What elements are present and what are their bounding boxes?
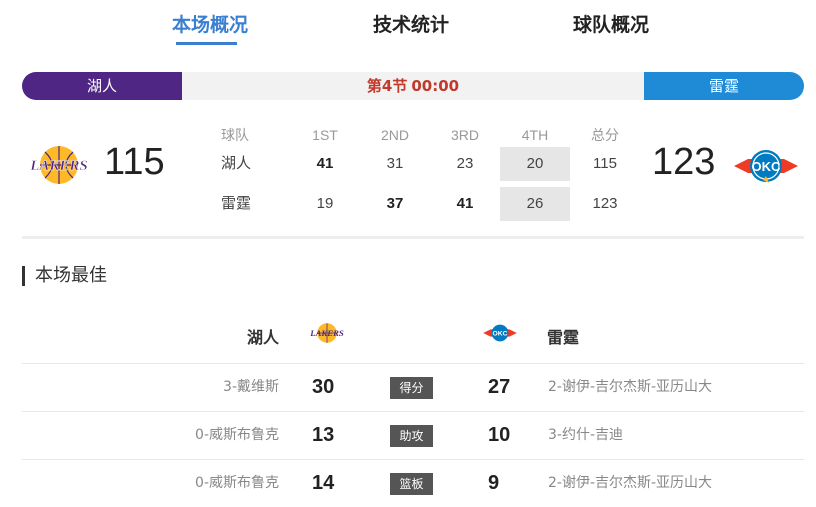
row-team-name: 湖人 (221, 155, 252, 172)
away-leader-player[interactable]: 3-约什-吉迪 (548, 412, 623, 458)
game-clock: 00:00 (411, 77, 460, 95)
score-q2: 37 (386, 195, 404, 212)
score-q2: 31 (386, 155, 404, 172)
score-q3: 41 (456, 195, 474, 212)
okc-thunder-logo-icon: OKC (732, 145, 800, 191)
stat-tag: 助攻 (390, 425, 433, 447)
away-total-score: 123 (652, 141, 716, 183)
svg-text:OKC: OKC (752, 159, 782, 174)
section-divider (22, 236, 804, 239)
active-tab-underline (176, 42, 237, 45)
home-total-score: 115 (104, 141, 165, 183)
row-team-name: 雷霆 (221, 195, 252, 212)
leaders-home-team: 湖人 (247, 328, 280, 347)
score-q1: 41 (316, 155, 334, 172)
score-row-home: 湖人 41 31 23 20 115 (205, 147, 635, 183)
score-q1: 19 (316, 195, 334, 212)
svg-text:LAKERS: LAKERS (29, 158, 88, 174)
score-row-away: 雷霆 19 37 41 26 123 (205, 187, 635, 223)
away-leader-player[interactable]: 2-谢伊-吉尔杰斯-亚历山大 (548, 364, 712, 410)
period-bar: 湖人 第4节 00:00 雷霆 (22, 72, 804, 100)
home-leader-player[interactable]: 0-威斯布鲁克 (195, 412, 279, 458)
score-q3: 23 (456, 155, 474, 172)
svg-text:LAKERS: LAKERS (310, 328, 344, 338)
tab-game-overview[interactable]: 本场概况 (172, 10, 248, 37)
svg-text:OKC: OKC (492, 331, 507, 338)
leader-row-points: 3-戴维斯 30 得分 27 2-谢伊-吉尔杰斯-亚历山大 (22, 363, 804, 411)
score-q4: 20 (500, 147, 570, 181)
section-title-best-players: 本场最佳 (22, 266, 107, 286)
lakers-logo-icon: LAKERS (309, 321, 344, 349)
away-leader-value: 9 (488, 472, 500, 494)
home-leader-value: 14 (312, 472, 335, 494)
leaders-away-team: 雷霆 (547, 328, 580, 347)
leader-row-rebounds: 0-威斯布鲁克 14 篮板 9 2-谢伊-吉尔杰斯-亚历山大 (22, 459, 804, 507)
score-q4: 26 (500, 187, 570, 221)
tab-tech-stats[interactable]: 技术统计 (373, 10, 449, 37)
period-label: 第4节 (366, 77, 408, 95)
home-leader-value: 13 (312, 424, 335, 446)
home-leader-value: 30 (312, 376, 335, 398)
okc-thunder-logo-icon: OKC (482, 322, 518, 348)
away-leader-player[interactable]: 2-谢伊-吉尔杰斯-亚历山大 (548, 460, 712, 506)
score-total: 115 (593, 155, 617, 172)
tab-bar: 本场概况 技术统计 球队概况 (0, 0, 816, 50)
lakers-logo-icon: LAKERS (26, 143, 92, 191)
score-total: 123 (592, 195, 618, 212)
tab-team-overview[interactable]: 球队概况 (573, 10, 649, 37)
away-team-label: 雷霆 (644, 72, 804, 100)
home-leader-player[interactable]: 0-威斯布鲁克 (195, 460, 279, 506)
leader-row-assists: 0-威斯布鲁克 13 助攻 10 3-约什-吉迪 (22, 411, 804, 459)
home-leader-player[interactable]: 3-戴维斯 (223, 364, 279, 410)
away-leader-value: 10 (488, 424, 511, 446)
stat-tag: 得分 (390, 377, 433, 399)
away-leader-value: 27 (488, 376, 511, 398)
stat-tag: 篮板 (390, 473, 433, 495)
